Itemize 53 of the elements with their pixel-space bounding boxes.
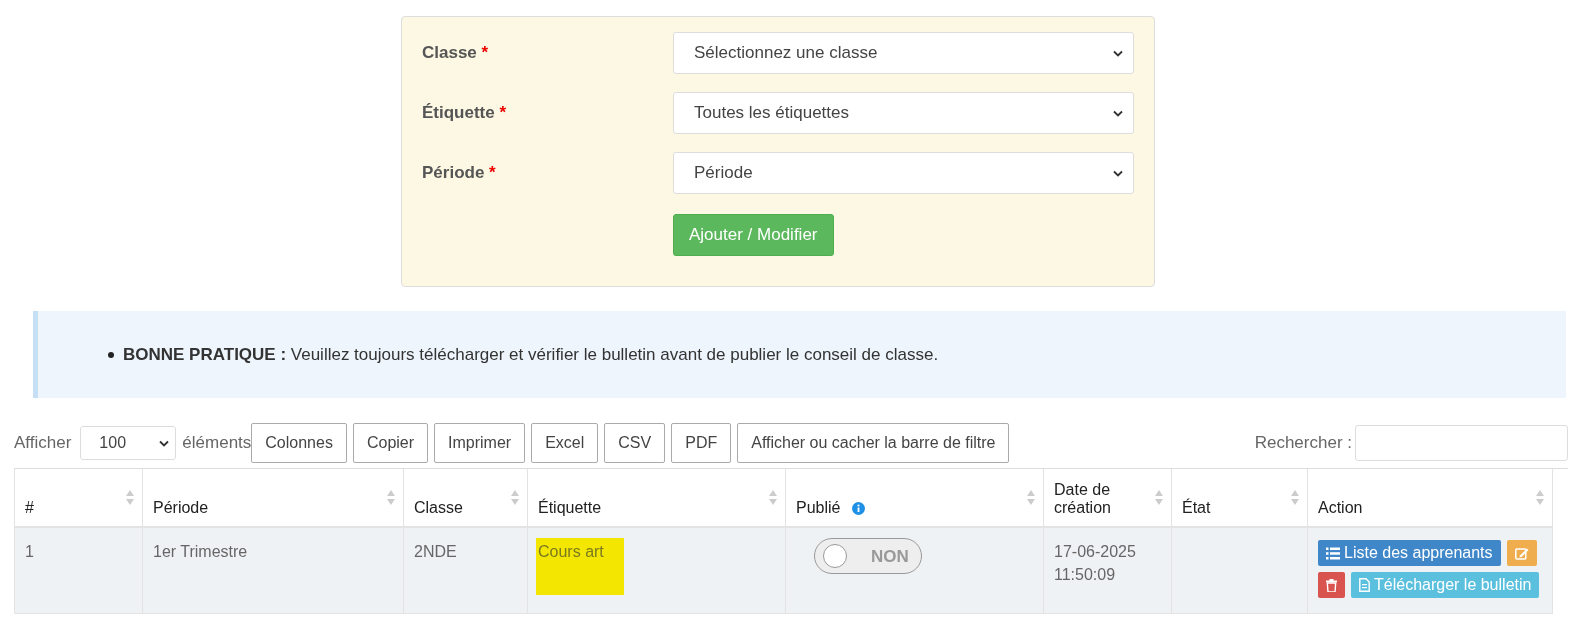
- table-cell-text: 11:50:09: [1054, 565, 1117, 585]
- info-icon: [852, 501, 866, 515]
- search-field[interactable]: [1355, 425, 1568, 461]
- toolbar-button[interactable]: PDF: [671, 423, 732, 463]
- table-cell: Cours art: [536, 538, 624, 595]
- list-button[interactable]: Liste des apprenants: [1318, 540, 1501, 566]
- select-field[interactable]: Toutes les étiquettes: [673, 92, 1134, 134]
- table-cell-text: 17-06-2025: [1054, 542, 1137, 562]
- toolbar-button[interactable]: Imprimer: [434, 423, 526, 463]
- page-size-select[interactable]: 100: [80, 426, 177, 460]
- select-field[interactable]: Période: [673, 152, 1134, 194]
- column-header[interactable]: #: [25, 499, 34, 517]
- field-label: Période *: [422, 163, 497, 183]
- items-label: éléments: [182, 433, 252, 453]
- sort-icon: [387, 490, 395, 505]
- toolbar-button[interactable]: Afficher ou cacher la barre de filtre: [737, 423, 1010, 463]
- toolbar-button[interactable]: Excel: [531, 423, 599, 463]
- column-header[interactable]: État: [1182, 499, 1211, 517]
- bullet-icon: [108, 351, 114, 358]
- sort-icon: [1155, 490, 1163, 505]
- chevron-down-icon: [1113, 169, 1123, 177]
- sort-icon: [1291, 490, 1299, 505]
- sort-icon: [769, 490, 777, 505]
- search-label: Rechercher :: [1254, 433, 1352, 453]
- toolbar-button[interactable]: Copier: [352, 423, 429, 463]
- trash-icon: [1326, 578, 1337, 592]
- table-cell: 2NDE: [414, 543, 457, 560]
- field-label: Étiquette *: [422, 103, 508, 123]
- sort-icon: [1536, 490, 1544, 505]
- sort-icon: [511, 490, 519, 505]
- column-header[interactable]: Action: [1318, 499, 1363, 517]
- column-header[interactable]: Étiquette: [538, 499, 602, 517]
- table-cell: 1er Trimestre: [153, 543, 248, 560]
- sort-icon: [126, 490, 134, 505]
- delete-button[interactable]: [1318, 572, 1345, 598]
- pencil-icon: [1514, 546, 1529, 560]
- sort-icon: [1027, 490, 1035, 505]
- column-header[interactable]: Classe: [414, 499, 463, 517]
- show-label: Afficher: [14, 433, 72, 453]
- toolbar-button[interactable]: CSV: [604, 423, 666, 463]
- document-icon: [1359, 578, 1370, 592]
- chevron-down-icon: [1113, 109, 1123, 117]
- edit-button[interactable]: [1506, 540, 1537, 566]
- chevron-down-icon: [1113, 49, 1123, 57]
- table-cell: 1: [25, 543, 34, 560]
- column-header[interactable]: Période: [153, 499, 209, 517]
- field-label: Classe *: [422, 43, 490, 63]
- list-icon: [1326, 546, 1340, 560]
- column-header[interactable]: Publié: [796, 499, 866, 517]
- chevron-down-icon: [159, 439, 170, 447]
- select-field[interactable]: Sélectionnez une classe: [673, 32, 1134, 74]
- notice-text: BONNE PRATIQUE : Veuillez toujours télécharger et vérifier le bulletin avant de publier le conseil de classe.: [123, 344, 939, 365]
- toolbar-button[interactable]: Colonnes: [251, 423, 347, 463]
